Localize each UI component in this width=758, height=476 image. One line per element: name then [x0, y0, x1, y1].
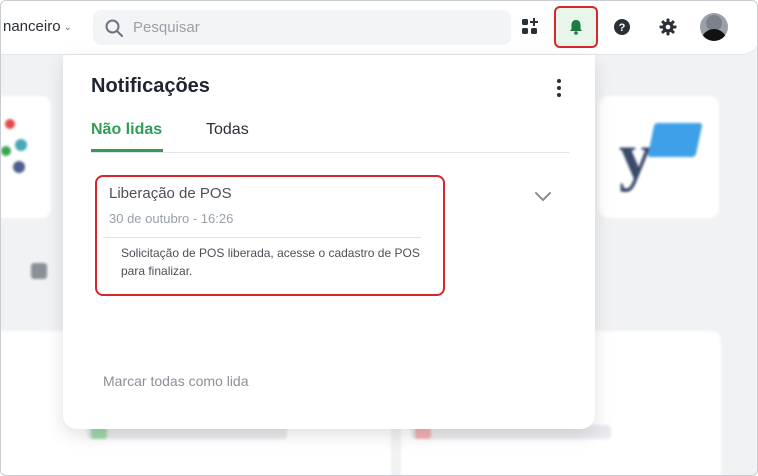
more-options-icon[interactable] — [553, 79, 565, 97]
bg-logo-shape — [647, 123, 703, 157]
bg-dot — [5, 119, 15, 129]
bg-card-right — [599, 96, 719, 218]
bell-icon — [570, 20, 582, 35]
help-icon: ? — [614, 19, 630, 35]
bg-card-left — [1, 96, 51, 218]
chevron-down-icon[interactable] — [533, 189, 553, 203]
notification-title: Liberação de POS — [109, 185, 232, 202]
company-name: nanceiro — [3, 18, 61, 35]
avatar[interactable] — [700, 13, 728, 41]
chevron-down-icon: ⌄ — [63, 22, 72, 33]
svg-text:?: ? — [619, 22, 626, 34]
bg-dot — [13, 161, 25, 173]
notification-item[interactable]: Liberação de POS 30 de outubro - 16:26 S… — [95, 175, 445, 296]
mark-all-read-link[interactable]: Marcar todas como lida — [103, 373, 249, 389]
help-button[interactable]: ? — [604, 9, 640, 45]
notification-body: Solicitação de POS liberada, acesse o ca… — [121, 246, 420, 278]
search-icon — [105, 19, 123, 37]
search-input[interactable] — [133, 19, 463, 36]
bg-logo: y — [619, 120, 652, 193]
apps-button[interactable] — [512, 9, 548, 45]
notifications-button[interactable] — [554, 6, 598, 48]
bg-dot — [1, 146, 11, 156]
tab-all[interactable]: Todas — [206, 121, 249, 149]
search-bar[interactable] — [93, 10, 511, 45]
tab-unread[interactable]: Não lidas — [91, 121, 163, 152]
app-window: y nanceiro ⌄ Pesquisar ? Notificações Nã… — [0, 0, 758, 476]
avatar-body — [701, 29, 727, 41]
panel-title: Notificações — [91, 75, 210, 97]
top-bar: nanceiro ⌄ Pesquisar ? — [1, 1, 757, 55]
notification-tabs: Não lidas Todas — [91, 119, 569, 153]
divider — [103, 237, 421, 238]
bg-dot — [15, 139, 27, 151]
notifications-panel: Notificações Não lidas Todas Liberação d… — [63, 55, 595, 429]
company-selector[interactable]: nanceiro ⌄ — [3, 18, 72, 35]
settings-button[interactable] — [650, 9, 686, 45]
notification-date: 30 de outubro - 16:26 — [109, 211, 234, 226]
gear-icon — [659, 18, 677, 36]
apps-icon — [522, 18, 538, 34]
bg-left-text — [31, 263, 47, 279]
